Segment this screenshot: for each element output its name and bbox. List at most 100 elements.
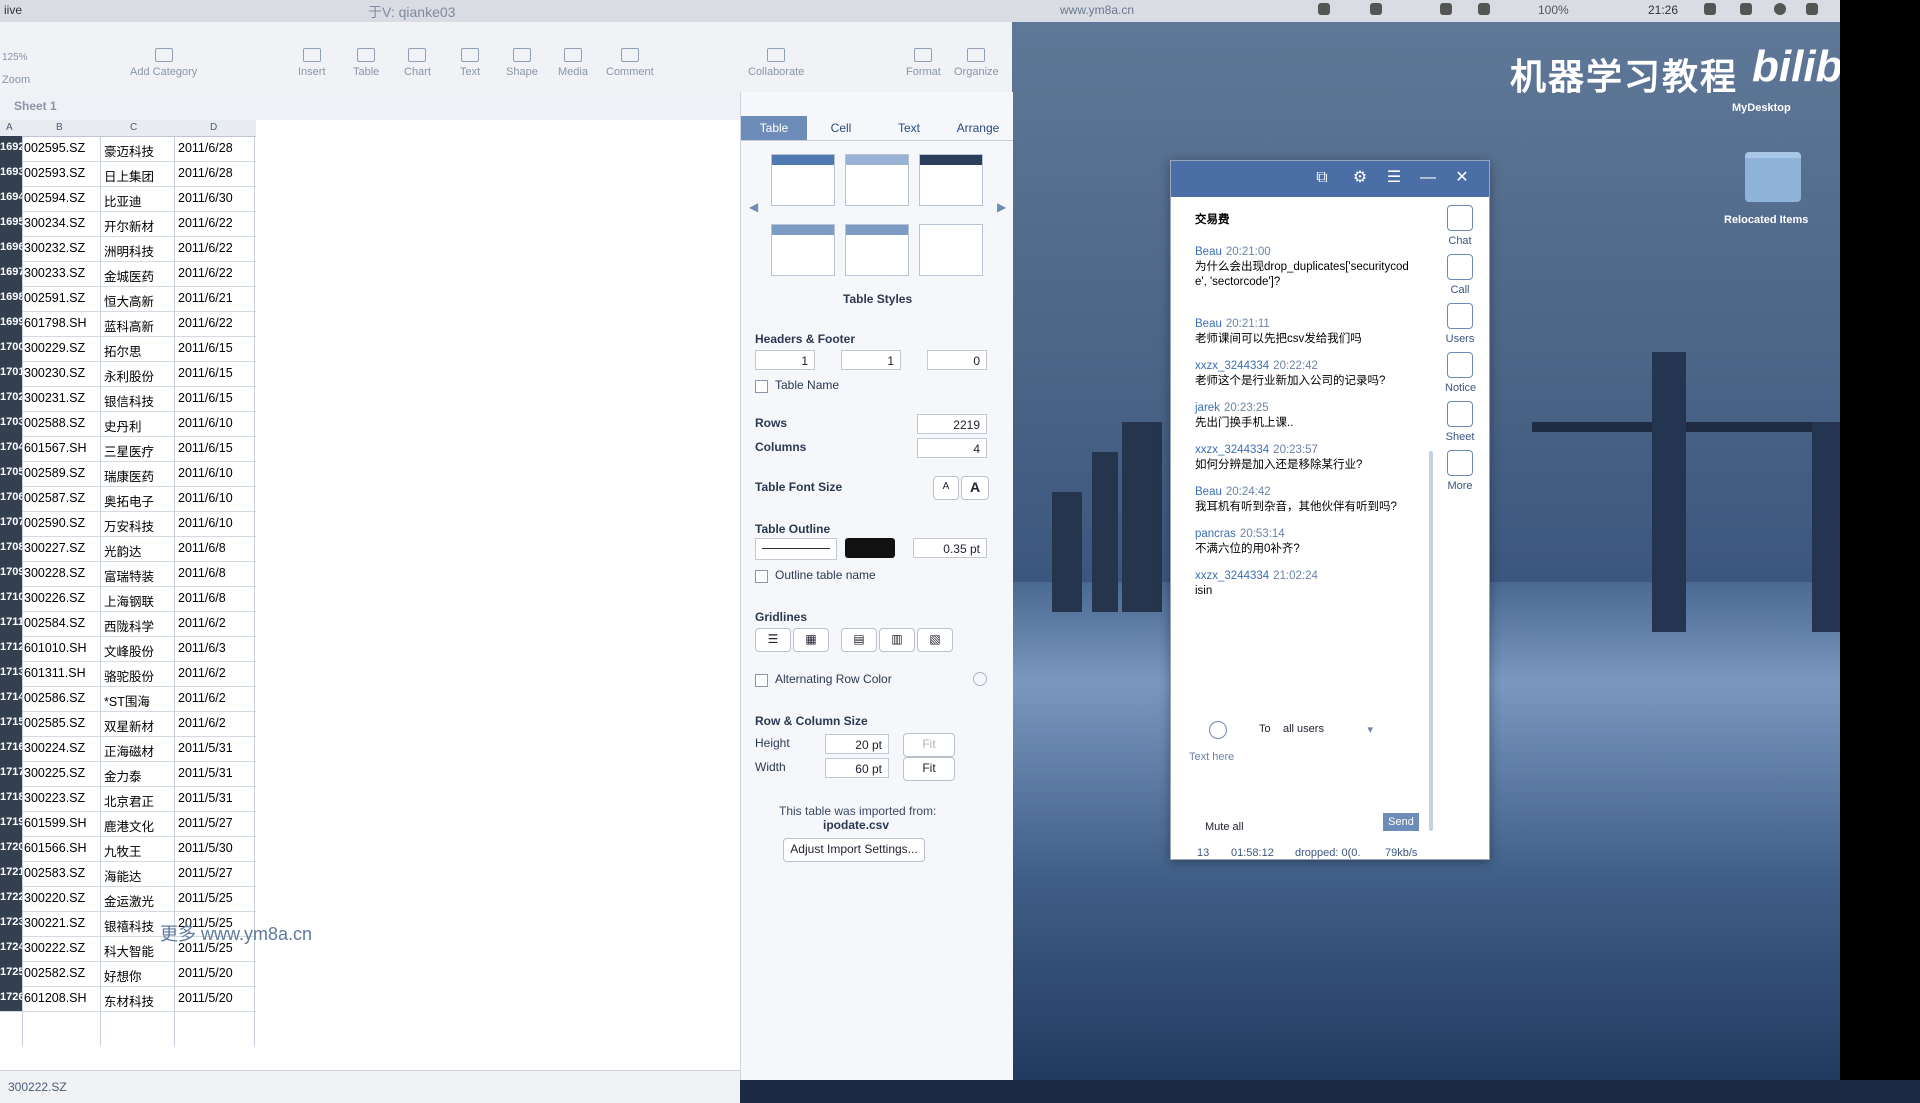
date-cell[interactable]: 2011/6/10 <box>178 416 254 430</box>
user-icon[interactable] <box>1704 3 1716 18</box>
mute-all-toggle[interactable]: Mute all <box>1205 821 1244 833</box>
name-cell[interactable]: 金运激光 <box>104 891 174 910</box>
name-cell[interactable]: 好想你 <box>104 966 174 985</box>
name-cell[interactable]: 奥拓电子 <box>104 491 174 510</box>
name-cell[interactable]: 文峰股份 <box>104 641 174 660</box>
date-cell[interactable]: 2011/6/15 <box>178 341 254 355</box>
date-cell[interactable]: 2011/6/22 <box>178 316 254 330</box>
name-cell[interactable]: 海能达 <box>104 866 174 885</box>
code-cell[interactable]: 300225.SZ <box>24 766 100 780</box>
relocated-items-label[interactable]: Relocated Items <box>1724 214 1808 226</box>
code-cell[interactable]: 002593.SZ <box>24 166 100 180</box>
date-cell[interactable]: 2011/6/22 <box>178 241 254 255</box>
code-cell[interactable]: 601311.SH <box>24 666 100 680</box>
date-cell[interactable]: 2011/6/8 <box>178 591 254 605</box>
code-cell[interactable]: 601567.SH <box>24 441 100 455</box>
font-smaller-button[interactable]: A <box>933 476 959 500</box>
date-cell[interactable]: 2011/5/31 <box>178 766 254 780</box>
name-cell[interactable]: 银信科技 <box>104 391 174 410</box>
date-cell[interactable]: 2011/6/2 <box>178 716 254 730</box>
row-number[interactable]: 1710 <box>0 586 22 611</box>
tab-arrange[interactable]: Arrange <box>943 116 1013 140</box>
date-cell[interactable]: 2011/6/15 <box>178 366 254 380</box>
row-number[interactable]: 1693 <box>0 161 22 186</box>
date-cell[interactable]: 2011/6/8 <box>178 566 254 580</box>
name-cell[interactable]: 瑞康医药 <box>104 466 174 485</box>
code-cell[interactable]: 300222.SZ <box>24 941 100 955</box>
display-icon[interactable] <box>1478 3 1490 18</box>
date-cell[interactable]: 2011/6/28 <box>178 166 254 180</box>
row-number[interactable]: 1716 <box>0 736 22 761</box>
wifi-icon[interactable] <box>1318 3 1330 18</box>
footer-rows-stepper[interactable]: 0 <box>927 350 987 370</box>
table-row[interactable]: 1706 002587.SZ 奥拓电子 2011/6/10 <box>0 486 256 512</box>
minimize-icon[interactable]: — <box>1419 169 1437 187</box>
code-cell[interactable]: 300234.SZ <box>24 216 100 230</box>
table-row[interactable]: 1718 300223.SZ 北京君正 2011/5/31 <box>0 786 256 812</box>
name-cell[interactable]: 正海磁材 <box>104 741 174 760</box>
table-row[interactable]: 1710 300226.SZ 上海钢联 2011/6/8 <box>0 586 256 612</box>
row-number[interactable]: 1715 <box>0 711 22 736</box>
row-number[interactable]: 1709 <box>0 561 22 586</box>
row-number[interactable]: 1692 <box>0 136 22 161</box>
table-row[interactable]: 1712 601010.SH 文峰股份 2011/6/3 <box>0 636 256 662</box>
row-number[interactable]: 1713 <box>0 661 22 686</box>
row-number[interactable]: 1703 <box>0 411 22 436</box>
side-button-call[interactable]: Call <box>1445 254 1475 296</box>
code-cell[interactable]: 002594.SZ <box>24 191 100 205</box>
column-header[interactable]: D <box>210 122 217 133</box>
table-row[interactable]: 1720 601566.SH 九牧王 2011/5/30 <box>0 836 256 862</box>
name-cell[interactable]: 九牧王 <box>104 841 174 860</box>
alternating-row-checkbox[interactable] <box>755 674 768 687</box>
gridline-body-button[interactable]: ▥ <box>879 628 915 652</box>
name-cell[interactable]: 洲明科技 <box>104 241 174 260</box>
name-cell[interactable]: 光韵达 <box>104 541 174 560</box>
table-row[interactable]: 1726 601208.SH 东材科技 2011/5/20 <box>0 986 256 1012</box>
gear-icon[interactable]: ⚙ <box>1351 169 1369 187</box>
row-number[interactable]: 1726 <box>0 986 22 1011</box>
table-row[interactable]: 1721 002583.SZ 海能达 2011/5/27 <box>0 861 256 887</box>
name-cell[interactable]: 史丹利 <box>104 416 174 435</box>
table-row[interactable]: 1713 601311.SH 骆驼股份 2011/6/2 <box>0 661 256 687</box>
table-row[interactable]: 1702 300231.SZ 银信科技 2011/6/15 <box>0 386 256 412</box>
date-cell[interactable]: 2011/6/28 <box>178 141 254 155</box>
close-icon[interactable]: ✕ <box>1453 169 1471 187</box>
table-button[interactable]: Table <box>353 48 379 78</box>
code-cell[interactable]: 300223.SZ <box>24 791 100 805</box>
name-cell[interactable]: 恒大高新 <box>104 291 174 310</box>
row-number[interactable]: 1705 <box>0 461 22 486</box>
columns-stepper[interactable]: 4 <box>917 438 987 458</box>
table-style-3[interactable] <box>919 154 983 206</box>
name-cell[interactable]: 西陇科学 <box>104 616 174 635</box>
outline-width-stepper[interactable]: 0.35 pt <box>913 538 987 558</box>
name-cell[interactable]: 双星新材 <box>104 716 174 735</box>
code-cell[interactable]: 002582.SZ <box>24 966 100 980</box>
table-row[interactable]: 1692 002595.SZ 豪迈科技 2011/6/28 <box>0 136 256 162</box>
chart-button[interactable]: Chart <box>404 48 431 78</box>
date-cell[interactable]: 2011/6/2 <box>178 691 254 705</box>
date-cell[interactable]: 2011/6/22 <box>178 266 254 280</box>
name-cell[interactable]: 鹿港文化 <box>104 816 174 835</box>
row-number[interactable]: 1706 <box>0 486 22 511</box>
code-cell[interactable]: 601010.SH <box>24 641 100 655</box>
code-cell[interactable]: 300228.SZ <box>24 566 100 580</box>
code-cell[interactable]: 002586.SZ <box>24 691 100 705</box>
code-cell[interactable]: 002584.SZ <box>24 616 100 630</box>
date-cell[interactable]: 2011/5/25 <box>178 891 254 905</box>
row-number[interactable]: 1707 <box>0 511 22 536</box>
name-cell[interactable]: 富瑞特装 <box>104 566 174 585</box>
date-cell[interactable]: 2011/5/27 <box>178 816 254 830</box>
side-button-notice[interactable]: Notice <box>1445 352 1476 394</box>
name-cell[interactable]: 三星医疗 <box>104 441 174 460</box>
row-number[interactable]: 1708 <box>0 536 22 561</box>
date-cell[interactable]: 2011/6/3 <box>178 641 254 655</box>
side-button-chat[interactable]: Chat <box>1445 205 1475 247</box>
tab-cell[interactable]: Cell <box>807 116 875 140</box>
date-cell[interactable]: 2011/6/10 <box>178 466 254 480</box>
siri-icon[interactable] <box>1774 3 1786 18</box>
date-cell[interactable]: 2011/5/27 <box>178 866 254 880</box>
gridline-vertical-button[interactable]: ▦ <box>793 628 829 652</box>
row-number[interactable]: 1719 <box>0 811 22 836</box>
menu-icon[interactable]: ☰ <box>1385 169 1403 187</box>
row-number[interactable]: 1723 <box>0 911 22 936</box>
